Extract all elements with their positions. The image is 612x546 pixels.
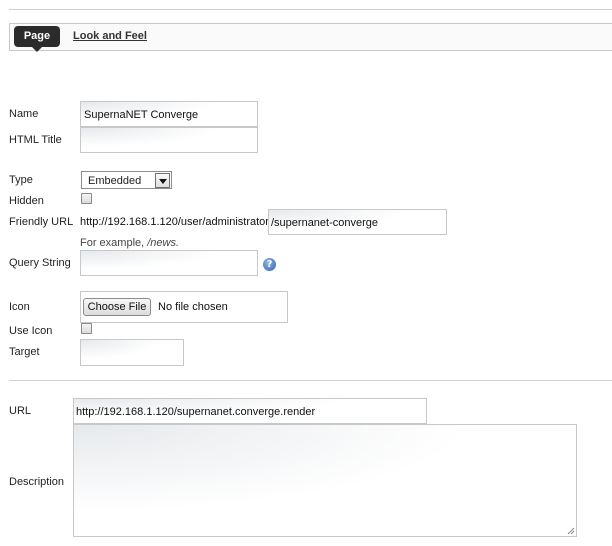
use-icon-label: Use Icon: [9, 325, 53, 337]
icon-file-input[interactable]: Choose File No file chosen: [80, 291, 288, 323]
type-select-value: Embedded: [88, 175, 142, 187]
name-label: Name: [9, 108, 39, 120]
header-divider: [9, 9, 612, 10]
target-field[interactable]: [80, 339, 184, 366]
query-string-label: Query String: [9, 257, 71, 269]
resize-grip-icon[interactable]: [567, 527, 575, 535]
query-string-field[interactable]: [80, 250, 258, 276]
name-field[interactable]: SupernaNET Converge: [80, 101, 258, 127]
url-label: URL: [9, 405, 32, 417]
icon-label: Icon: [9, 301, 30, 313]
description-textarea[interactable]: [73, 424, 577, 537]
type-select[interactable]: Embedded: [81, 171, 172, 189]
html-title-label: HTML Title: [9, 134, 62, 146]
friendly-url-field[interactable]: /supernanet-converge: [268, 209, 447, 235]
description-label: Description: [9, 476, 65, 488]
friendly-url-label: Friendly URL: [9, 216, 74, 228]
choose-file-button[interactable]: Choose File: [83, 298, 151, 316]
tab-look-and-feel[interactable]: Look and Feel: [73, 29, 147, 43]
friendly-url-example: For example, /news.: [80, 236, 179, 250]
friendly-url-prefix: http://192.168.1.120/user/administrator: [80, 216, 269, 228]
target-label: Target: [9, 346, 40, 358]
url-field[interactable]: http://192.168.1.120/supernanet.converge…: [73, 398, 427, 424]
use-icon-checkbox[interactable]: [81, 323, 92, 334]
help-icon[interactable]: ?: [263, 258, 276, 271]
hidden-label: Hidden: [9, 195, 44, 207]
no-file-chosen-text: No file chosen: [158, 301, 228, 313]
html-title-field[interactable]: [80, 127, 258, 153]
active-tab-pointer-icon: [32, 47, 42, 52]
type-label: Type: [9, 174, 33, 186]
chevron-down-icon[interactable]: [155, 173, 170, 188]
tab-page[interactable]: Page: [14, 26, 60, 47]
friendly-url-example-value: /news.: [147, 237, 180, 249]
section-divider: [9, 380, 612, 381]
hidden-checkbox[interactable]: [81, 193, 92, 204]
friendly-url-example-prefix: For example,: [80, 237, 148, 249]
